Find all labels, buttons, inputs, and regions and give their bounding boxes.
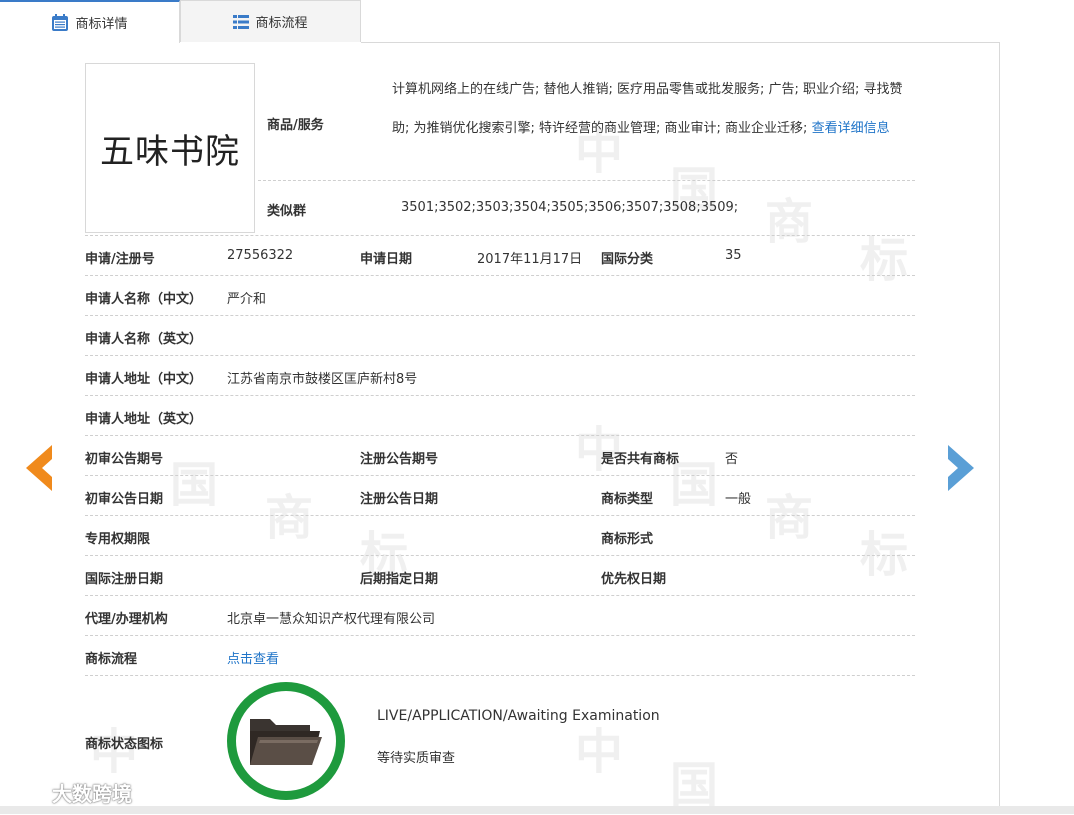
priority-date-label: 优先权日期: [601, 572, 667, 587]
address-cn-value: 江苏省南京市鼓楼区匡庐新村8号: [227, 372, 418, 387]
tm-flow-label: 商标流程: [85, 652, 138, 667]
shared-tm-value: 否: [725, 452, 739, 467]
tab-bar: 商标详情 商标流程: [0, 0, 1000, 43]
trademark-image: 五味书院: [85, 63, 255, 233]
folder-icon: [250, 719, 322, 765]
tab-process-label: 商标流程: [255, 16, 308, 31]
divider: [85, 515, 915, 516]
divider: [85, 475, 915, 476]
intl-reg-date-label: 国际注册日期: [85, 572, 164, 587]
bottom-strip: [0, 806, 1074, 814]
tm-form-label: 商标形式: [601, 532, 654, 547]
status-icon-label: 商标状态图标: [85, 737, 164, 752]
applicant-en-label: 申请人名称（英文）: [85, 332, 203, 347]
divider: [258, 180, 915, 181]
divider: [85, 675, 915, 676]
reg-no-value: 27556322: [227, 248, 294, 263]
reg-pub-no-label: 注册公告期号: [360, 452, 439, 467]
prelim-pub-no-label: 初审公告期号: [85, 452, 164, 467]
divider: [85, 595, 915, 596]
trademark-logo-text: 五味书院: [100, 131, 240, 172]
divider: [85, 355, 915, 356]
prelim-pub-date-label: 初审公告日期: [85, 492, 164, 507]
divider: [85, 275, 915, 276]
chat-bubble-icon: [8, 781, 47, 804]
goods-services-value: 计算机网络上的在线广告; 替他人推销; 医疗用品零售或批发服务; 广告; 职业介…: [392, 70, 912, 148]
tab-details-label: 商标详情: [75, 17, 128, 32]
reg-pub-date-label: 注册公告日期: [360, 492, 439, 507]
status-en: LIVE/APPLICATION/Awaiting Examination: [377, 708, 660, 724]
calendar-icon: [52, 13, 69, 31]
agent-label: 代理/办理机构: [85, 612, 168, 627]
agent-value: 北京卓一慧众知识产权代理有限公司: [227, 612, 436, 627]
intl-class-label: 国际分类: [601, 252, 654, 267]
intl-class-value: 35: [725, 248, 742, 263]
later-date-label: 后期指定日期: [360, 572, 439, 587]
goods-services-label: 商品/服务: [267, 118, 324, 133]
brand-name: 大数跨境: [52, 782, 132, 806]
reg-no-label: 申请/注册号: [85, 252, 155, 267]
brand-watermark: 大数跨境: [8, 778, 132, 807]
divider: [85, 315, 915, 316]
divider: [85, 555, 915, 556]
address-en-label: 申请人地址（英文）: [85, 412, 203, 427]
address-cn-label: 申请人地址（中文）: [85, 372, 203, 387]
tm-type-value: 一般: [725, 492, 752, 507]
divider: [85, 635, 915, 636]
chevron-left-icon[interactable]: [20, 443, 54, 493]
status-cn: 等待实质审查: [377, 751, 456, 766]
divider: [85, 435, 915, 436]
applicant-cn-label: 申请人名称（中文）: [85, 292, 203, 307]
list-icon: [233, 14, 250, 29]
chevron-right-icon[interactable]: [946, 443, 980, 493]
view-flow-link[interactable]: 点击查看: [227, 648, 279, 667]
apply-date-value: 2017年11月17日: [477, 252, 583, 267]
applicant-cn-value: 严介和: [227, 292, 267, 307]
shared-tm-label: 是否共有商标: [601, 452, 680, 467]
similar-group-value: 3501;3502;3503;3504;3505;3506;3507;3508;…: [401, 200, 739, 215]
status-ring: [227, 682, 345, 800]
tm-type-label: 商标类型: [601, 492, 654, 507]
divider: [85, 235, 915, 236]
exclusive-period-label: 专用权期限: [85, 532, 151, 547]
tab-trademark-process[interactable]: 商标流程: [180, 0, 361, 42]
similar-group-label: 类似群: [267, 204, 307, 219]
apply-date-label: 申请日期: [360, 252, 413, 267]
tab-trademark-details[interactable]: 商标详情: [0, 0, 180, 43]
divider: [85, 395, 915, 396]
view-details-link[interactable]: 查看详细信息: [812, 121, 890, 136]
